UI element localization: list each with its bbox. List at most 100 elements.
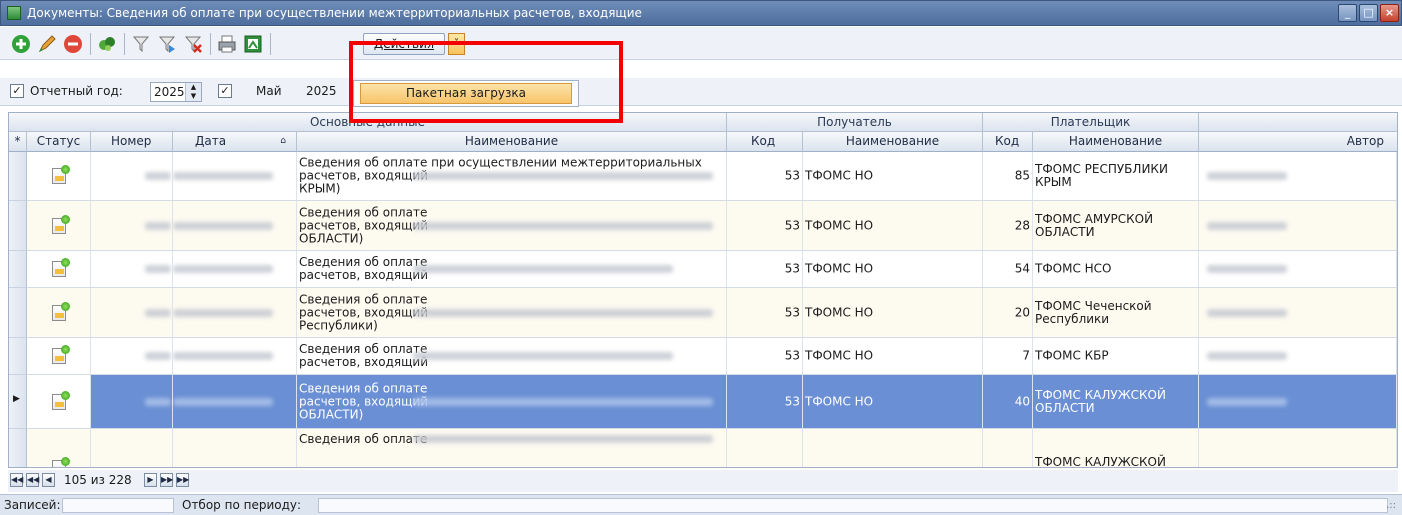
column-author[interactable]: Автор — [1199, 132, 1397, 152]
table-row[interactable]: Сведения об оплате расчетов, входящий Ре… — [27, 288, 1397, 338]
column-recipient-code[interactable]: Код — [727, 132, 803, 152]
row-indicator[interactable] — [9, 288, 27, 338]
delete-icon[interactable] — [62, 33, 84, 55]
actions-menu: Пакетная загрузка — [353, 80, 579, 107]
filter-apply-icon[interactable] — [156, 33, 178, 55]
next-record-icon[interactable]: ▶ — [144, 473, 157, 487]
column-status[interactable]: Статус — [27, 132, 91, 152]
payer-name: ТФОМС НСО — [1035, 261, 1112, 276]
column-date[interactable]: Дата ⌂ — [173, 132, 297, 152]
column-number[interactable]: Номер — [91, 132, 173, 152]
year-filter-label: Отчетный год: — [30, 84, 123, 98]
prev-page-icon[interactable]: ◀◀ — [26, 473, 39, 487]
month-filter-checkbox[interactable]: ✓ — [218, 84, 232, 98]
period-field — [318, 498, 1388, 513]
filter-clear-icon[interactable] — [182, 33, 204, 55]
table-row[interactable]: Сведения об оплате расчетов, входящий ОБ… — [27, 201, 1397, 251]
window-titlebar: Документы: Сведения об оплате при осущес… — [0, 0, 1402, 26]
band-empty — [1199, 113, 1397, 132]
documents-grid: Основные данные Получатель Плательщик * … — [8, 112, 1398, 468]
payer-name: ТФОМС КАЛУЖСКОЙ ОБЛАСТИ — [1035, 387, 1166, 415]
sort-icon: ⌂ — [280, 136, 286, 146]
band-main-data: Основные данные — [9, 113, 727, 132]
row-name-line3: ОБЛАСТИ) — [299, 407, 364, 421]
add-icon[interactable] — [10, 33, 32, 55]
current-row-icon: ▶ — [13, 394, 20, 404]
payer-name: ТФОМС РЕСПУБЛИКИ КРЫМ — [1035, 162, 1168, 189]
column-payer-name[interactable]: Наименование — [1033, 132, 1199, 152]
column-name[interactable]: Наименование — [297, 132, 727, 152]
filter-bar: ✓ Отчетный год: 2025 ▲ ▼ ✓ Май 2025 — [0, 78, 1402, 106]
toolbar-separator — [270, 33, 271, 55]
payer-code: 28 — [1014, 218, 1030, 232]
records-field — [62, 498, 174, 513]
export-excel-icon[interactable] — [242, 33, 264, 55]
last-page-icon[interactable]: ▶▶ — [176, 473, 189, 487]
row-indicator[interactable] — [9, 152, 27, 201]
year-filter-checkbox[interactable]: ✓ — [10, 84, 24, 98]
filter-icon[interactable] — [130, 33, 152, 55]
payer-code: 85 — [1014, 168, 1030, 183]
payer-code: 54 — [1014, 261, 1030, 276]
row-indicator-current[interactable]: ▶ — [9, 375, 27, 429]
row-indicator[interactable] — [9, 251, 27, 288]
row-name-line1: Сведения об оплате — [299, 432, 428, 446]
recipient-name: ТФОМС НО — [805, 305, 874, 319]
records-label: Записей: — [4, 498, 61, 512]
table-row[interactable]: Сведения об оплате расчетов, входящий 53… — [27, 251, 1397, 288]
prev-record-icon[interactable]: ◀ — [42, 473, 55, 487]
row-indicator[interactable] — [9, 201, 27, 251]
next-page-icon[interactable]: ▶▶ — [160, 473, 173, 487]
document-icon — [51, 345, 70, 364]
record-position: 105 из 228 — [64, 473, 132, 487]
actions-button[interactable]: Действия — [363, 33, 445, 55]
band-recipient: Получатель — [727, 113, 983, 132]
select-all-icon[interactable]: * — [9, 132, 27, 152]
minimize-button[interactable]: _ — [1338, 4, 1357, 22]
recipient-name: ТФОМС НО — [805, 218, 874, 232]
row-indicator[interactable] — [9, 338, 27, 375]
table-row[interactable]: Сведения об оплате ТФОМС КАЛУЖСКОЙ — [27, 429, 1397, 468]
recipient-name: ТФОМС НО — [805, 261, 874, 276]
row-name-line3: Республики) — [299, 318, 378, 332]
row-indicator[interactable] — [9, 429, 27, 467]
maximize-button[interactable]: □ — [1359, 4, 1378, 22]
column-payer-code[interactable]: Код — [983, 132, 1033, 152]
period-label: Отбор по периоду: — [182, 498, 302, 512]
menu-item-batch-upload[interactable]: Пакетная загрузка — [360, 83, 572, 104]
pager: ◀◀ ◀◀ ◀ 105 из 228 ▶ ▶▶ ▶▶ — [8, 470, 1398, 492]
resize-grip-icon[interactable]: .:: — [1386, 500, 1396, 511]
document-icon — [51, 258, 70, 277]
window-title: Документы: Сведения об оплате при осущес… — [27, 6, 642, 20]
month-value[interactable]: Май — [256, 84, 282, 98]
edit-icon[interactable] — [36, 33, 58, 55]
year-spinner[interactable]: 2025 ▲ ▼ — [150, 82, 202, 102]
document-icon — [51, 457, 70, 467]
table-row-selected[interactable]: Сведения об оплате расчетов, входящий ОБ… — [27, 375, 1397, 429]
close-button[interactable]: × — [1380, 4, 1399, 22]
chevron-down-icon: ˅ — [454, 38, 459, 49]
payer-name: ТФОМС КБР — [1035, 348, 1109, 363]
document-icon — [51, 165, 70, 184]
toolbar-separator — [124, 33, 125, 55]
recipient-name: ТФОМС НО — [805, 394, 874, 408]
recipient-code: 53 — [784, 348, 800, 363]
document-icon — [51, 214, 70, 234]
recipient-code: 53 — [784, 218, 800, 232]
refresh-icon[interactable] — [96, 33, 118, 55]
row-name-line3: КРЫМ) — [299, 181, 341, 196]
spinner-icon[interactable]: ▲ ▼ — [185, 83, 201, 101]
payer-name: ТФОМС КАЛУЖСКОЙ — [1035, 455, 1166, 468]
table-row[interactable]: Сведения об оплате расчетов, входящий 53… — [27, 338, 1397, 375]
month-year-value[interactable]: 2025 — [306, 84, 337, 98]
toolbar: Действия ˅ — [0, 27, 1402, 60]
actions-dropdown-button[interactable]: ˅ — [448, 33, 465, 55]
toolbar-separator — [210, 33, 211, 55]
payer-name: ТФОМС АМУРСКОЙ ОБЛАСТИ — [1035, 211, 1154, 239]
table-row[interactable]: Сведения об оплате при осуществлении меж… — [27, 152, 1397, 201]
first-page-icon[interactable]: ◀◀ — [10, 473, 23, 487]
payer-name: ТФОМС Чеченской Республики — [1035, 298, 1152, 326]
actions-button-label: Действия — [373, 37, 435, 51]
column-recipient-name[interactable]: Наименование — [803, 132, 983, 152]
print-icon[interactable] — [216, 33, 238, 55]
